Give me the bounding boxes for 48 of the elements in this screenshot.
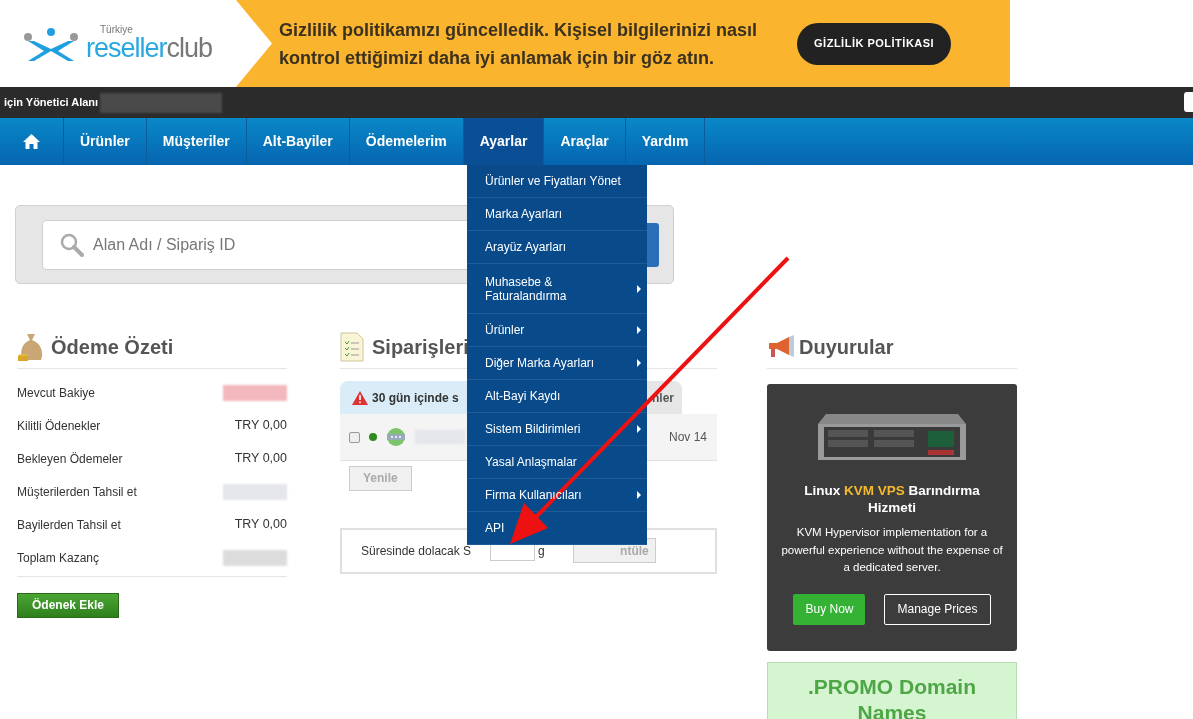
home-icon [23, 134, 40, 149]
menu-item[interactable]: Diğer Marka Ayarları [467, 347, 647, 380]
promo-description: KVM Hypervisor implementation for a powerful experience without the expense of a dedicated server. [780, 525, 1004, 575]
globe-icon [386, 427, 406, 447]
summary-label: Müşterilerden Tahsil et [17, 483, 137, 501]
nav-tab[interactable]: Ödemelerim [349, 118, 464, 165]
logo-region: Türkiye [99, 25, 134, 35]
summary-label: Kilitli Ödenekler [17, 417, 101, 435]
megaphone-icon [767, 334, 795, 359]
menu-item[interactable]: Ürünler ve Fiyatları Yönet [467, 165, 647, 198]
document-icon [340, 331, 364, 362]
admin-area-label: için Yönetici Alanı [3, 95, 99, 111]
summary-value: TRY 0,00 [234, 516, 287, 534]
logo-icon [22, 26, 80, 61]
section-title: Ödeme Özeti [51, 334, 174, 360]
summary-label: Mevcut Bakiye [17, 384, 96, 402]
menu-item[interactable]: Yasal Anlaşmalar [467, 446, 647, 479]
nav-tab[interactable]: Ayarlar [463, 118, 545, 165]
nav-tab[interactable]: Alt-Bayiler [246, 118, 350, 165]
summary-value: TRY 0,00 [234, 450, 287, 468]
warning-icon [352, 390, 368, 405]
summary-label: Bayilerden Tahsil et [17, 516, 121, 534]
tab-label: 30 gün içinde s [372, 389, 459, 407]
menu-item[interactable]: Alt-Bayi Kaydı [467, 380, 647, 413]
expiry-label: Süresinde dolacak S [361, 542, 472, 560]
summary-value: TRY 0,00 [234, 417, 287, 435]
nav-tab[interactable]: Müşteriler [146, 118, 247, 165]
days-unit: g [538, 542, 545, 560]
money-bag-icon [17, 331, 45, 362]
menu-item[interactable]: Muhasebe & Faturalandırma [467, 264, 647, 314]
menu-item[interactable]: Ürünler [467, 314, 647, 347]
search-icon [60, 232, 84, 257]
menu-item[interactable]: Sistem Bildirimleri [467, 413, 647, 446]
logo-text: resellerclub [86, 35, 213, 62]
checkbox[interactable] [349, 431, 360, 443]
menu-item[interactable]: Marka Ayarları [467, 198, 647, 231]
privacy-policy-button[interactable]: GİZLİLİK POLİTİKASI [797, 22, 952, 65]
summary-label: Toplam Kazanç [17, 549, 100, 567]
order-date: Nov 14 [668, 429, 707, 446]
add-funds-button[interactable]: Ödenek Ekle [17, 592, 120, 618]
section-title: Siparişleri [372, 334, 469, 360]
section-title: Duyurular [799, 334, 894, 360]
banner-message: Gizlilik politikamızı güncelledik. Kişisel bilgilerinizi nasıl kontrol ettiğimizi daha iyi anlamak için bir göz atın. [279, 18, 758, 70]
manage-prices-button[interactable]: Manage Prices [884, 593, 991, 625]
menu-item[interactable]: Arayüz Ayarları [467, 231, 647, 264]
promo-title: Linux KVM VPS Barındırma Hizmeti [803, 482, 981, 516]
nav-tab[interactable]: Ürünler [64, 118, 147, 165]
summary-label: Bekleyen Ödemeler [17, 450, 123, 468]
